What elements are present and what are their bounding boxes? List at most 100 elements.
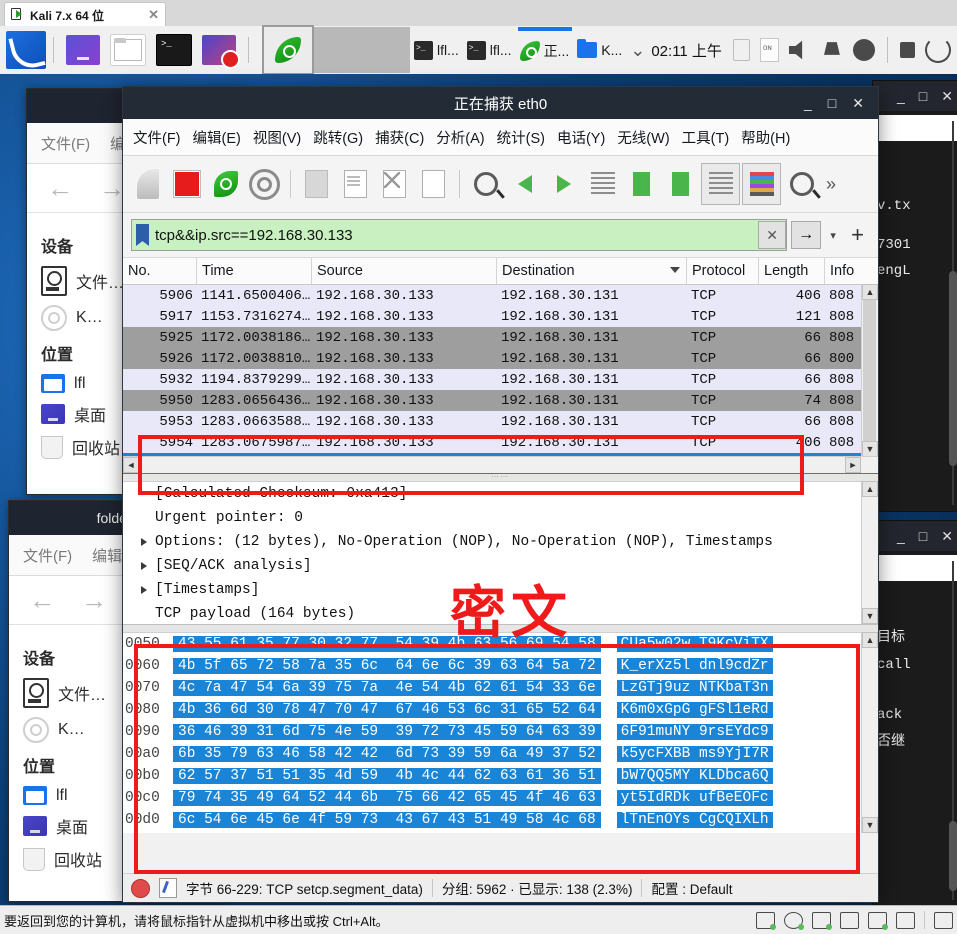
forward-icon[interactable]: → [81, 585, 107, 616]
detail-row[interactable]: [Calculated Checksum: 0xa413] [123, 482, 878, 506]
scroll-down-icon[interactable]: ▼ [862, 817, 878, 833]
hex-row[interactable]: 0090 36 46 39 31 6d 75 4e 59 39 72 73 45… [123, 721, 878, 743]
menu-capture[interactable]: 捕获(C) [375, 127, 424, 148]
start-capture-icon[interactable] [129, 164, 166, 204]
capture-options-icon[interactable] [246, 164, 283, 204]
menu-tools[interactable]: 工具(T) [682, 127, 730, 148]
address-bar[interactable] [873, 555, 957, 581]
chevron-down-icon[interactable]: ▾ [825, 229, 841, 242]
volume-icon[interactable] [788, 40, 803, 60]
save-file-icon[interactable] [337, 164, 374, 204]
bell-icon[interactable] [824, 42, 840, 55]
table-row[interactable]: 5917 1153.7316274… 192.168.30.133 192.16… [123, 306, 878, 327]
detail-row[interactable]: Options: (12 bytes), No-Operation (NOP),… [123, 530, 878, 554]
taskbar-window-2[interactable]: 正... [517, 27, 572, 61]
menu-telephony[interactable]: 电话(Y) [557, 127, 605, 148]
packet-bytes-pane[interactable]: 0050 43 55 61 35 77 30 32 77 54 39 4b 63… [123, 625, 878, 833]
table-row[interactable]: 5953 1283.0663588… 192.168.30.133 192.16… [123, 411, 878, 432]
minimize-button[interactable]: _ [897, 528, 905, 544]
hex-row[interactable]: 00d0 6c 54 6e 45 6e 4f 59 73 43 67 43 51… [123, 809, 878, 831]
go-forward-icon[interactable] [545, 164, 582, 204]
taskbar-window-3[interactable]: K... [577, 39, 622, 58]
scroll-down-icon[interactable]: ▼ [862, 441, 878, 457]
launcher-screen-recorder-icon[interactable] [202, 35, 240, 69]
hex-row[interactable]: 00c0 79 74 35 49 64 52 44 6b 75 66 42 65… [123, 787, 878, 809]
menu-analyze[interactable]: 分析(A) [436, 127, 484, 148]
network-adapter-icon[interactable] [812, 911, 832, 930]
taskbar-window-0[interactable]: lfl... [414, 40, 459, 60]
scroll-right-icon[interactable]: ► [845, 457, 861, 473]
table-row[interactable]: 5906 1141.6500406… 192.168.30.133 192.16… [123, 285, 878, 306]
menu-file[interactable]: 文件(F) [133, 127, 181, 148]
capture-status-icon[interactable] [131, 878, 150, 898]
camera-icon[interactable] [896, 911, 915, 929]
hard-disk-icon[interactable] [756, 911, 776, 930]
chevron-down-icon[interactable]: ⌄ [630, 40, 645, 61]
scroll-up-icon[interactable]: ▲ [862, 632, 878, 648]
bookmark-icon[interactable] [136, 224, 149, 246]
toolbar-overflow-icon[interactable]: » [826, 174, 836, 195]
printer-icon[interactable] [840, 911, 859, 929]
scrollbar-thumb[interactable] [949, 821, 957, 891]
column-header-destination[interactable]: Destination [497, 258, 687, 284]
packet-bytes-vertical-scrollbar[interactable]: ▲ ▼ [861, 632, 878, 833]
wireshark-window[interactable]: 正在捕获 eth0 _ □ ✕ 文件(F) 编辑(E) 视图(V) 跳转(G) … [122, 86, 879, 903]
hex-row[interactable]: 00a0 6b 35 79 63 46 58 42 42 6d 73 39 59… [123, 743, 878, 765]
go-back-icon[interactable] [506, 164, 543, 204]
scroll-up-icon[interactable]: ▲ [862, 481, 878, 497]
kali-menu-icon[interactable] [6, 31, 46, 69]
menu-file[interactable]: 文件(F) [41, 133, 90, 154]
apply-filter-button[interactable]: → [791, 221, 822, 249]
menu-edit[interactable]: 编辑(E) [193, 127, 241, 148]
column-header-no[interactable]: No. [123, 258, 197, 284]
pane-splitter[interactable]: ⋯⋯ [123, 474, 878, 482]
hex-row[interactable]: 00e0 43 41 31 51 3d 3d CA1Q== [123, 831, 878, 833]
scrollbar-thumb[interactable] [949, 271, 957, 466]
launcher-wireshark-icon[interactable] [262, 25, 314, 75]
menu-go[interactable]: 跳转(G) [313, 127, 363, 148]
close-button[interactable]: ✕ [941, 88, 953, 105]
column-header-time[interactable]: Time [197, 258, 312, 284]
terminal-window-2[interactable]: _ □ ✕ 目标 call ack 否继 [872, 520, 957, 907]
usb-device-icon[interactable] [934, 911, 953, 929]
launcher-terminal-emulator-icon[interactable] [66, 35, 100, 65]
scroll-left-icon[interactable]: ◄ [123, 457, 139, 473]
maximize-button[interactable]: □ [919, 528, 927, 544]
table-row[interactable]: 5926 1172.0038810… 192.168.30.133 192.16… [123, 348, 878, 369]
close-button[interactable]: ✕ [941, 528, 953, 545]
address-bar[interactable] [873, 115, 957, 141]
packet-list-pane[interactable]: No. Time Source Destination Protocol Len… [123, 258, 878, 474]
hex-row[interactable]: 0070 4c 7a 47 54 6a 39 75 7a 4e 54 4b 62… [123, 677, 878, 699]
title-bar[interactable]: 正在捕获 eth0 _ □ ✕ [123, 87, 878, 119]
column-header-length[interactable]: Length [759, 258, 825, 284]
menu-view[interactable]: 视图(V) [253, 127, 301, 148]
close-icon[interactable]: ✕ [148, 7, 159, 23]
restart-capture-icon[interactable] [207, 164, 244, 204]
menu-file[interactable]: 文件(F) [23, 545, 72, 566]
sound-card-icon[interactable] [868, 911, 888, 930]
hex-row[interactable]: 0080 4b 36 6d 30 78 47 70 47 67 46 53 6c… [123, 699, 878, 721]
menu-help[interactable]: 帮助(H) [741, 127, 790, 148]
power-icon[interactable] [852, 39, 875, 61]
packet-details-vertical-scrollbar[interactable]: ▲ ▼ [861, 481, 878, 624]
open-file-icon[interactable] [298, 164, 335, 204]
find-packet-icon[interactable] [467, 164, 504, 204]
expand-arrow-icon[interactable] [141, 586, 147, 594]
column-header-protocol[interactable]: Protocol [687, 258, 759, 284]
expand-arrow-icon[interactable] [141, 538, 147, 546]
hex-row[interactable]: 0060 4b 5f 65 72 58 7a 35 6c 64 6e 6c 39… [123, 655, 878, 677]
zoom-in-icon[interactable] [783, 164, 820, 204]
column-header-source[interactable]: Source [312, 258, 497, 284]
add-filter-button[interactable]: + [845, 222, 870, 248]
lock-icon[interactable] [899, 42, 915, 58]
display-filter-input[interactable]: tcp&&ip.src==192.168.30.133 ✕ [131, 219, 788, 251]
battery-icon[interactable] [732, 39, 750, 61]
minimize-button[interactable]: _ [897, 88, 905, 104]
launcher-file-manager-icon[interactable] [110, 34, 146, 66]
logout-icon[interactable] [924, 37, 951, 63]
keyboard-icon[interactable]: ᴏɴ [759, 38, 779, 62]
table-row[interactable]: 5932 1194.8379299… 192.168.30.133 192.16… [123, 369, 878, 390]
expand-arrow-icon[interactable] [141, 562, 147, 570]
close-file-icon[interactable] [376, 164, 413, 204]
stop-capture-icon[interactable] [168, 164, 205, 204]
